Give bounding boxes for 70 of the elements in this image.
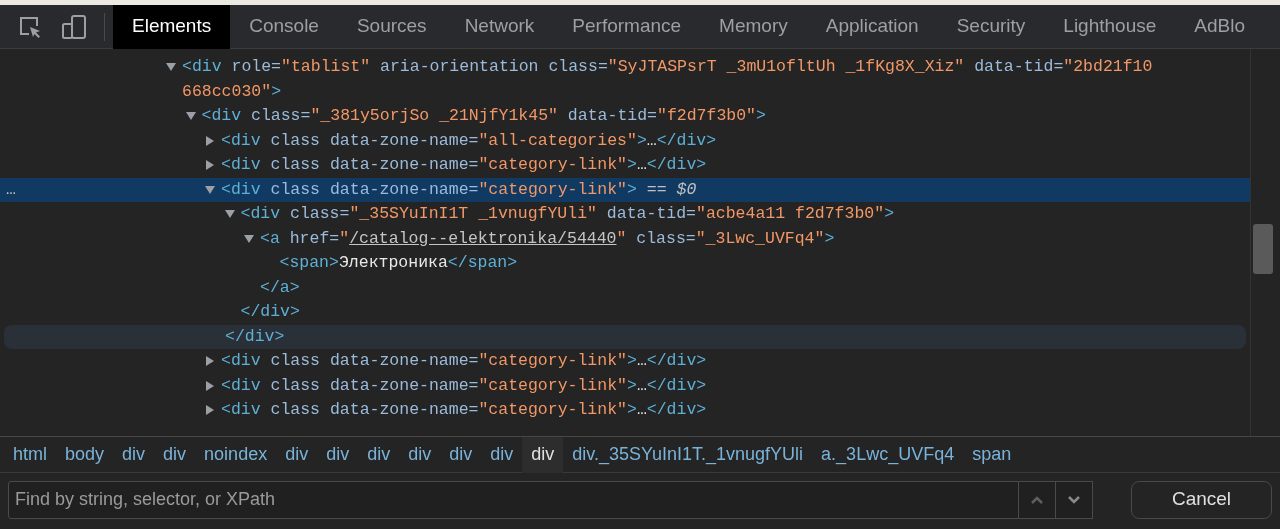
- dom-node-line[interactable]: </div>: [0, 300, 1250, 325]
- chevron-down-icon: [1067, 494, 1081, 505]
- collapsed-triangle-icon[interactable]: [205, 160, 215, 171]
- markup-text: <div class="_381y5orjSo _21NjfY1k45" data-tid="f2d7f3b0">: [201, 105, 767, 127]
- dom-node-line[interactable]: <span>Электроника</span>: [0, 251, 1250, 276]
- scrollbar-thumb[interactable]: [1253, 224, 1273, 274]
- breadcrumb-item[interactable]: div: [481, 436, 523, 473]
- breadcrumb-item[interactable]: a._3Lwc_UVFq4: [812, 436, 964, 473]
- expanded-triangle-icon[interactable]: [224, 209, 235, 220]
- markup-text: <a href="/catalog--elektronika/54440" class="_3Lwc_UVFq4">: [260, 227, 836, 250]
- collapsed-triangle-icon[interactable]: [205, 380, 215, 391]
- breadcrumb-item[interactable]: div: [276, 436, 318, 473]
- search-field[interactable]: Find by string, selector, or XPath: [8, 480, 1019, 519]
- dom-node-line[interactable]: <div class="_381y5orjSo _21NjfY1k45" data-tid="f2d7f3b0">: [0, 104, 1250, 129]
- device-icon[interactable]: [60, 12, 88, 41]
- panel-tab[interactable]: Sources: [337, 4, 446, 49]
- breadcrumb-item[interactable]: div: [358, 436, 400, 473]
- collapsed-triangle-icon[interactable]: [205, 356, 215, 367]
- dom-node-line[interactable]: <div role="tablist" aria-orientation class="SyJTASPsrT _3mU1ofltUh _1fKg8X_Xiz" data-tid="2bd21f10 668cc030">: [0, 55, 1250, 104]
- panel-tab[interactable]: AdBlo: [1175, 4, 1264, 49]
- breadcrumb-item[interactable]: div: [113, 436, 155, 473]
- panel-tab[interactable]: Application: [806, 4, 938, 49]
- markup-text: <div class data-zone-name="all-categories">…</div>: [221, 129, 718, 152]
- breadcrumb-item[interactable]: div: [522, 436, 564, 473]
- collapsed-triangle-icon[interactable]: [205, 405, 215, 416]
- more-marker[interactable]: …: [6, 177, 16, 202]
- panel-tab[interactable]: Security: [937, 4, 1045, 49]
- panel-tab[interactable]: Memory: [700, 4, 807, 49]
- dom-node-line[interactable]: <div class data-zone-name="all-categories">…</div>: [0, 128, 1250, 153]
- dom-node-line[interactable]: <div class data-zone-name="category-link">…</div>: [0, 153, 1250, 178]
- markup-text: <div class data-zone-name="category-link">…</div>: [221, 350, 708, 372]
- panel-tab[interactable]: Performance: [553, 4, 701, 49]
- markup-text: <div class data-zone-name="category-link"> == $0: [221, 178, 698, 201]
- dom-node-line[interactable]: <div class data-zone-name="category-link">…</div>: [0, 349, 1250, 374]
- breadcrumb-item[interactable]: div: [154, 436, 196, 473]
- breadcrumb-item[interactable]: div: [440, 436, 482, 473]
- panel-tab[interactable]: Console: [230, 4, 338, 49]
- breadcrumb-item[interactable]: div._35SYuInI1T._1vnugfYUli: [563, 436, 813, 473]
- breadcrumb-item[interactable]: noindex: [195, 436, 277, 473]
- chevron-up-icon: [1030, 494, 1044, 505]
- markup-text: <div class data-zone-name="category-link">…</div>: [221, 154, 708, 176]
- markup-text: <div role="tablist" aria-orientation class="SyJTASPsrT _3mU1ofltUh _1fKg8X_Xiz" data-tid="2bd21f10 668cc030">: [182, 56, 1154, 103]
- dom-node-line[interactable]: <a href="/catalog--elektronika/54440" class="_3Lwc_UVFq4">: [0, 226, 1250, 251]
- dom-node-line[interactable]: <div class data-zone-name="category-link">…</div>: [0, 398, 1250, 423]
- markup-text: <div class="_35SYuInI1T _1vnugfYUli" data-tid="acbe4a11 f2d7f3b0">: [240, 203, 896, 225]
- panel-tab[interactable]: Network: [445, 4, 554, 49]
- breadcrumb-item[interactable]: div: [399, 436, 441, 473]
- expanded-triangle-icon[interactable]: [244, 233, 254, 244]
- expanded-triangle-icon[interactable]: [185, 111, 196, 122]
- breadcrumb-item[interactable]: div: [317, 436, 359, 473]
- breadcrumb-item[interactable]: html: [4, 436, 56, 473]
- markup-text: </div>: [240, 301, 301, 323]
- expanded-triangle-icon[interactable]: [205, 184, 215, 195]
- collapsed-triangle-icon[interactable]: [205, 135, 215, 146]
- markup-text: <span>Электроника</span>: [279, 252, 519, 274]
- panel-tab[interactable]: Lighthouse: [1044, 4, 1176, 49]
- expanded-triangle-icon[interactable]: [166, 62, 176, 73]
- dom-node-line[interactable]: </a>: [0, 275, 1250, 300]
- breadcrumb-item[interactable]: body: [56, 436, 114, 473]
- markup-text: <div class data-zone-name="category-link">…</div>: [221, 374, 708, 397]
- dom-node-line[interactable]: <div class data-zone-name="category-link">…</div>: [0, 373, 1250, 398]
- markup-text: </a>: [260, 276, 301, 299]
- dom-node-line[interactable]: </div>: [4, 324, 1246, 349]
- next-button[interactable]: [1056, 480, 1093, 519]
- breadcrumb-item[interactable]: span: [963, 436, 1021, 473]
- markup-text: </div>: [225, 325, 286, 348]
- dom-node-line[interactable]: <div class="_35SYuInI1T _1vnugfYUli" data-tid="acbe4a11 f2d7f3b0">: [0, 202, 1250, 227]
- markup-text: <div class data-zone-name="category-link">…</div>: [221, 399, 708, 421]
- cancel-button[interactable]: Cancel: [1131, 480, 1272, 519]
- panel-tab[interactable]: Elements: [113, 4, 231, 49]
